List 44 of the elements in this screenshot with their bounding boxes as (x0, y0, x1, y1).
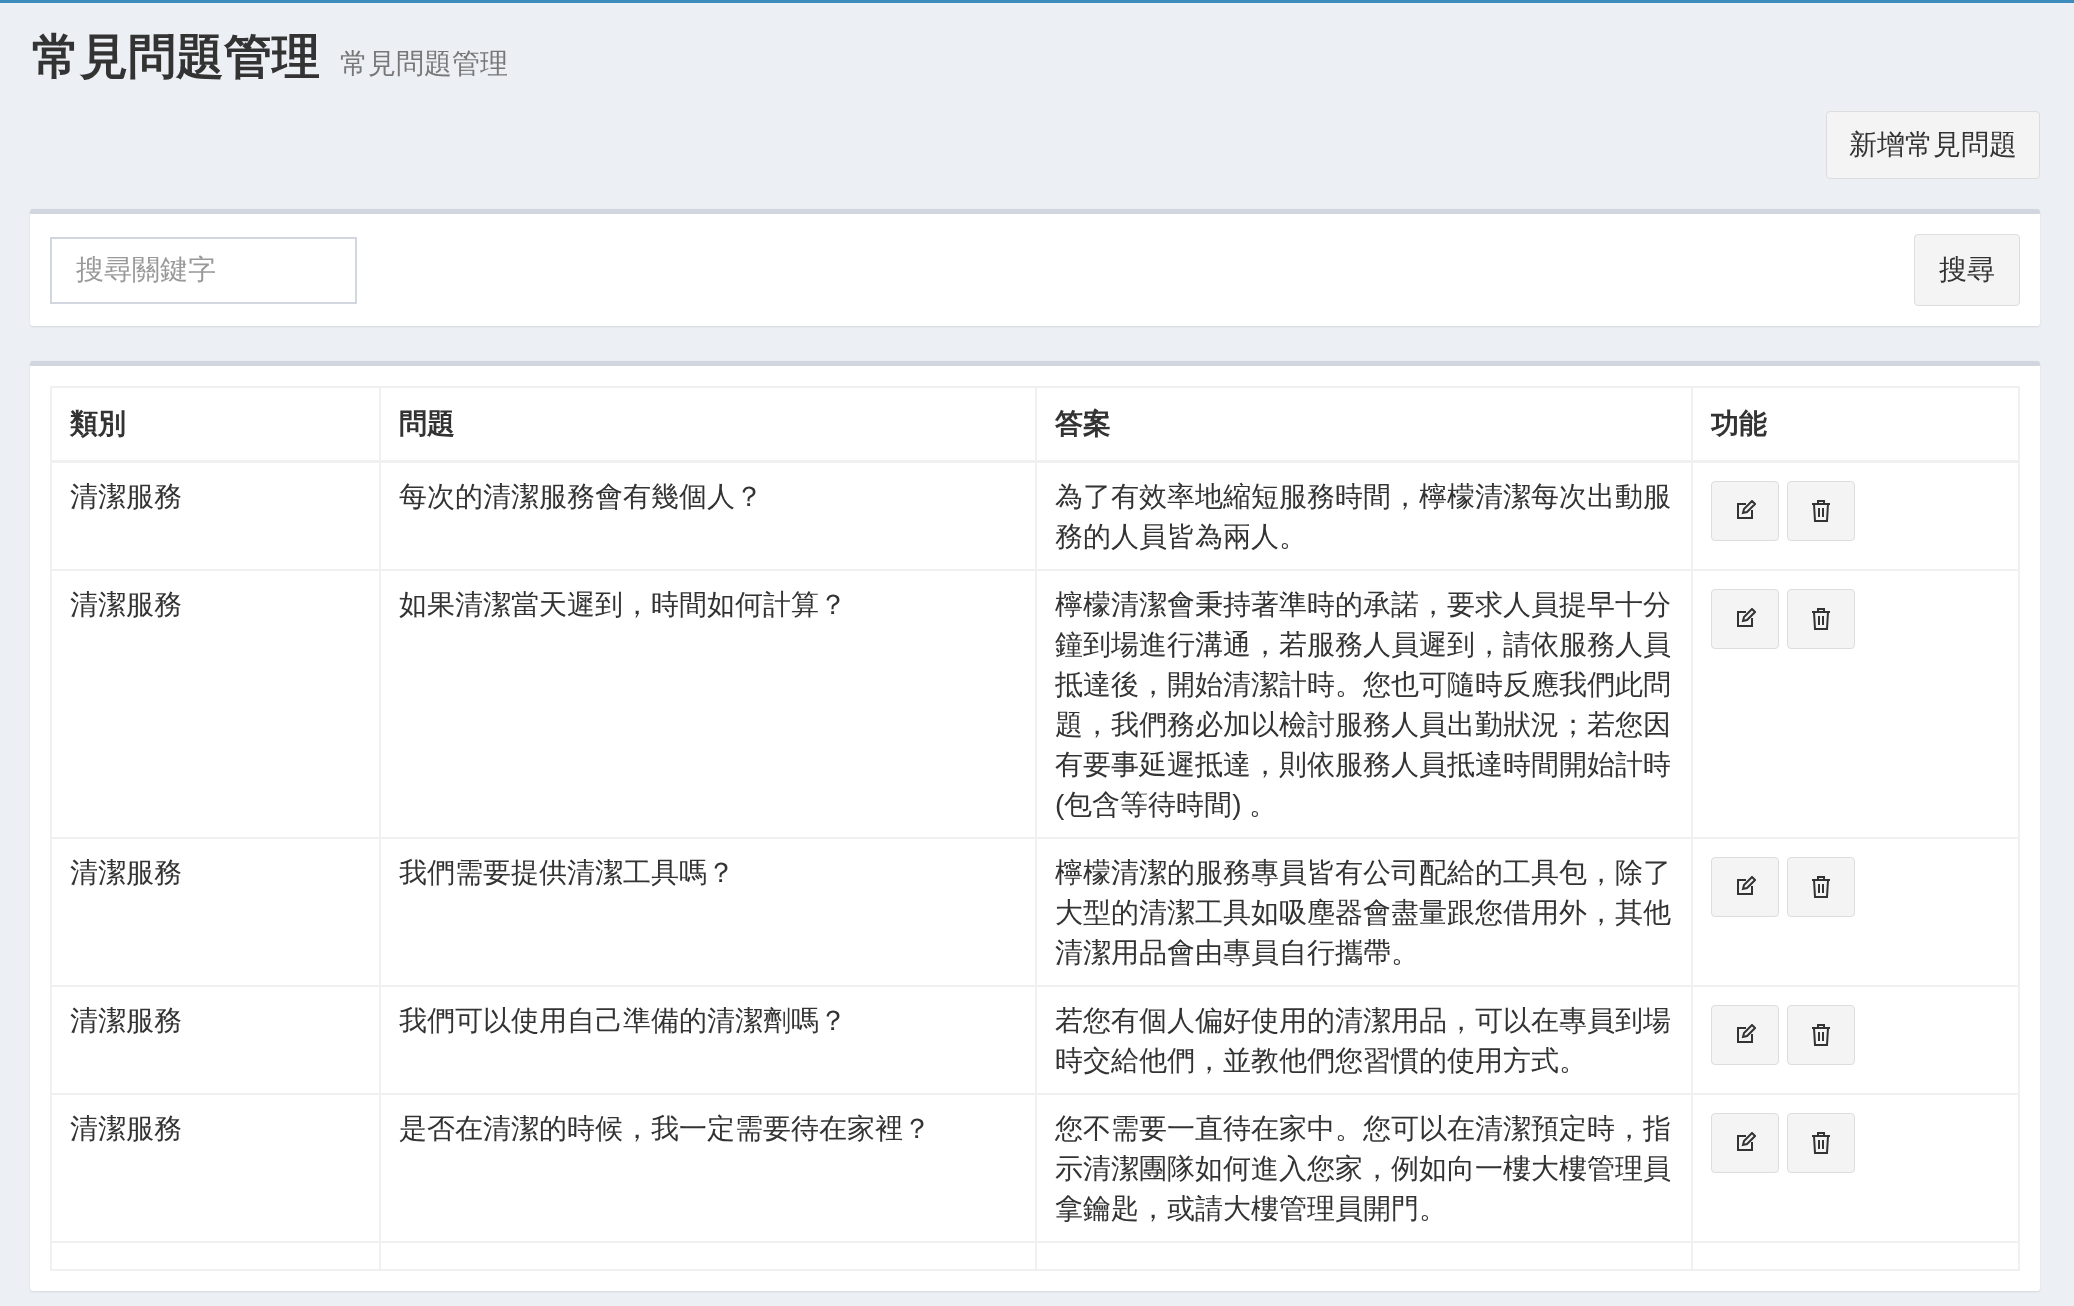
table-cell: 是否在清潔的時候，我一定需要待在家裡？ (380, 1094, 1036, 1242)
search-field[interactable]: 搜尋關鍵字 (50, 236, 357, 304)
page-subtitle: 常見問題管理 (340, 47, 508, 81)
table-cell: 我們需要提供清潔工具嗎？ (380, 838, 1036, 986)
table-cell: 您不需要一直待在家中。您可以在清潔預定時，指示清潔團隊如何進入您家，例如向一樓大樓管理員拿鑰匙，或請大樓管理員開門。 (1036, 1094, 1692, 1242)
edit-button[interactable] (1711, 481, 1779, 541)
delete-button[interactable] (1787, 1005, 1855, 1065)
table-cell: 如果清潔當天遲到，時間如何計算？ (380, 570, 1036, 838)
delete-button[interactable] (1787, 857, 1855, 917)
edit-icon (1734, 500, 1756, 522)
column-header: 功能 (1692, 387, 2019, 462)
table-cell: 清潔服務 (51, 1094, 380, 1242)
table-cell: 我們可以使用自己準備的清潔劑嗎？ (380, 986, 1036, 1094)
trash-icon (1811, 1131, 1831, 1155)
edit-icon (1734, 1132, 1756, 1154)
trash-icon (1811, 1023, 1831, 1047)
table-cell: 清潔服務 (51, 461, 380, 570)
delete-button[interactable] (1787, 1113, 1855, 1173)
table-cell: 清潔服務 (51, 986, 380, 1094)
edit-button[interactable] (1711, 1005, 1779, 1065)
page-title: 常見問題管理 (32, 29, 320, 85)
column-header: 問題 (380, 387, 1036, 462)
table-cell: 為了有效率地縮短服務時間，檸檬清潔每次出動服務的人員皆為兩人。 (1036, 461, 1692, 570)
column-header: 類別 (51, 387, 380, 462)
trash-icon (1811, 499, 1831, 523)
edit-icon (1734, 1024, 1756, 1046)
trash-icon (1811, 607, 1831, 631)
edit-icon (1734, 608, 1756, 630)
table-cell: 清潔服務 (51, 838, 380, 986)
table-cell: 清潔服務 (51, 570, 380, 838)
edit-button[interactable] (1711, 589, 1779, 649)
edit-button[interactable] (1711, 857, 1779, 917)
table-cell: 若您有個人偏好使用的清潔用品，可以在專員到場時交給他們，並教他們您習慣的使用方式。 (1036, 986, 1692, 1094)
delete-button[interactable] (1787, 589, 1855, 649)
table-cell: 每次的清潔服務會有幾個人？ (380, 461, 1036, 570)
table-cell: 檸檬清潔的服務專員皆有公司配給的工具包，除了大型的清潔工具如吸塵器會盡量跟您借用外，其他清潔用品會由專員自行攜帶。 (1036, 838, 1692, 986)
search-button[interactable]: 搜尋 (1914, 234, 2020, 306)
add-faq-button[interactable]: 新增常見問題 (1826, 111, 2040, 179)
edit-button[interactable] (1711, 1113, 1779, 1173)
delete-button[interactable] (1787, 481, 1855, 541)
edit-icon (1734, 876, 1756, 898)
trash-icon (1811, 875, 1831, 899)
table-cell: 檸檬清潔會秉持著準時的承諾，要求人員提早十分鐘到場進行溝通，若服務人員遲到，請依服務人員抵達後，開始清潔計時。您也可隨時反應我們此問題，我們務必加以檢討服務人員出勤狀況；若您因有要事延遲抵達，則依服務人員抵達時間開始計時(包含等待時間) 。 (1036, 570, 1692, 838)
column-header: 答案 (1036, 387, 1692, 462)
